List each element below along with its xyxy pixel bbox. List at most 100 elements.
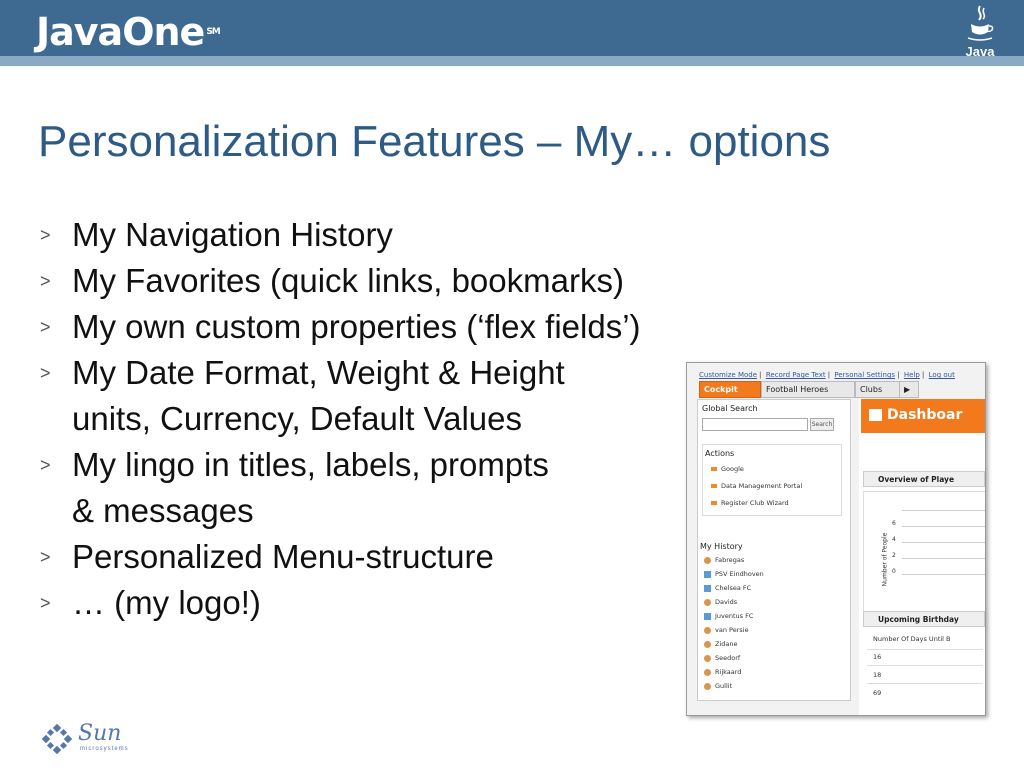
dashboard-header: Dashboar bbox=[861, 399, 985, 433]
team-icon bbox=[704, 570, 711, 578]
team-icon bbox=[704, 612, 711, 620]
history-label: van Persie bbox=[715, 626, 749, 634]
arrow-icon bbox=[711, 501, 717, 505]
history-item[interactable]: Davids bbox=[704, 598, 737, 606]
grid-line bbox=[902, 526, 985, 527]
home-icon bbox=[869, 409, 882, 421]
global-search-label: Global Search bbox=[702, 404, 758, 413]
bullet-text: My lingo in titles, labels, prompts bbox=[72, 446, 549, 483]
java-logo-icon: Java bbox=[960, 4, 1000, 62]
bullet-item: > … (my logo!) bbox=[40, 580, 680, 626]
birthday-value: 18 bbox=[873, 671, 882, 679]
history-label: PSV Eindhoven bbox=[715, 570, 764, 578]
history-item[interactable]: Zidane bbox=[704, 640, 738, 648]
person-icon bbox=[704, 654, 711, 662]
link-record-page-text[interactable]: Record Page Text bbox=[766, 371, 826, 379]
link-personal-settings[interactable]: Personal Settings bbox=[834, 371, 895, 379]
bullet-marker-icon: > bbox=[40, 271, 51, 291]
history-item[interactable]: PSV Eindhoven bbox=[704, 570, 764, 578]
search-button[interactable]: Search bbox=[810, 418, 834, 431]
sun-diamond-icon bbox=[42, 724, 72, 754]
brand-text: JavaOne bbox=[36, 10, 205, 54]
actions-label: Actions bbox=[705, 449, 735, 458]
tab-label: Football Heroes bbox=[766, 385, 829, 394]
bullet-text: My own custom properties (‘flex fields’) bbox=[72, 308, 641, 345]
person-icon bbox=[704, 556, 711, 564]
birthday-value: 16 bbox=[873, 653, 882, 661]
play-arrow-icon: ▶ bbox=[904, 385, 911, 394]
bullet-marker-icon: > bbox=[40, 547, 51, 567]
tab-clubs[interactable]: Clubs bbox=[855, 381, 901, 398]
link-customize-mode[interactable]: Customize Mode bbox=[699, 371, 757, 379]
team-icon bbox=[704, 584, 711, 592]
arrow-icon bbox=[711, 484, 717, 488]
global-search-input[interactable] bbox=[702, 418, 808, 431]
tab-football-heroes[interactable]: Football Heroes bbox=[761, 381, 855, 398]
history-item[interactable]: Gullit bbox=[704, 682, 732, 690]
tab-more-arrow[interactable]: ▶ bbox=[899, 381, 919, 398]
birthdays-panel-header[interactable]: Upcoming Birthday bbox=[863, 611, 985, 627]
grid-line bbox=[902, 558, 985, 559]
tab-cockpit[interactable]: Cockpit bbox=[699, 381, 761, 398]
history-item[interactable]: Fabregas bbox=[704, 556, 744, 564]
bullet-list: > My Navigation History > My Favorites (… bbox=[40, 212, 680, 626]
history-item[interactable]: Juventus FC bbox=[704, 612, 753, 620]
chart-y-label: Number of People bbox=[881, 532, 889, 587]
bullet-marker-icon: > bbox=[40, 317, 51, 337]
slide-title: Personalization Features – My… options bbox=[38, 117, 831, 166]
history-label: Chelsea FC bbox=[715, 584, 752, 592]
app-screenshot: Customize Mode | Record Page Text | Person… bbox=[686, 362, 986, 716]
action-label: Data Management Portal bbox=[721, 482, 803, 490]
arrow-icon bbox=[711, 467, 717, 471]
overview-panel-header[interactable]: Overview of Playe bbox=[863, 471, 985, 487]
link-help[interactable]: Help bbox=[904, 371, 920, 379]
y-tick: 2 bbox=[892, 552, 896, 559]
bullet-marker-icon: > bbox=[40, 593, 51, 613]
bullet-item: > My Favorites (quick links, bookmarks) bbox=[40, 258, 680, 304]
history-label: Fabregas bbox=[715, 556, 745, 564]
bullet-text: My Navigation History bbox=[72, 216, 393, 253]
history-item[interactable]: Rijkaard bbox=[704, 668, 741, 676]
y-tick: 6 bbox=[892, 520, 896, 527]
history-item[interactable]: Chelsea FC bbox=[704, 584, 751, 592]
divider bbox=[867, 683, 983, 684]
javaone-logo: JavaOne SM bbox=[36, 8, 221, 56]
tab-label: Cockpit bbox=[704, 385, 738, 394]
header-stripe bbox=[0, 56, 1024, 66]
history-label: Davids bbox=[715, 598, 738, 606]
person-icon bbox=[704, 668, 711, 676]
birthday-value: 69 bbox=[873, 689, 882, 697]
history-label: Seedorf bbox=[715, 654, 741, 662]
action-item[interactable]: Data Management Portal bbox=[711, 482, 802, 490]
history-label: Juventus FC bbox=[715, 612, 754, 620]
bullet-marker-icon: > bbox=[40, 455, 51, 475]
sun-subtext: microsystems bbox=[80, 746, 129, 752]
dashboard-main: Dashboar Overview of Playe Number of Peo… bbox=[859, 399, 985, 715]
history-item[interactable]: Seedorf bbox=[704, 654, 740, 662]
bullet-text: My Date Format, Weight & Height bbox=[72, 354, 565, 391]
person-icon bbox=[704, 640, 711, 648]
action-item[interactable]: Register Club Wizard bbox=[711, 499, 789, 507]
history-label: Rijkaard bbox=[715, 668, 742, 676]
sidebar: Global Search Search Actions Google Data… bbox=[697, 399, 851, 701]
bullet-text-continued: units, Currency, Default Values bbox=[72, 400, 522, 437]
tab-label: Clubs bbox=[860, 385, 883, 394]
grid-line bbox=[902, 542, 985, 543]
y-tick: 4 bbox=[892, 536, 896, 543]
action-item[interactable]: Google bbox=[711, 465, 744, 473]
history-label: Zidane bbox=[715, 640, 738, 648]
brand-mark: SM bbox=[206, 27, 220, 37]
grid-line bbox=[902, 510, 985, 511]
link-log-out[interactable]: Log out bbox=[929, 371, 955, 379]
birthdays-title: Upcoming Birthday bbox=[878, 615, 959, 624]
top-links: Customize Mode | Record Page Text | Person… bbox=[699, 371, 955, 379]
overview-chart: Number of People 6 4 2 0 bbox=[863, 491, 985, 623]
bullet-text: … (my logo!) bbox=[72, 584, 261, 621]
birthdays-column-header: Number Of Days Until B bbox=[873, 635, 951, 643]
bullet-item: > My lingo in titles, labels, prompts & … bbox=[40, 442, 680, 534]
divider bbox=[867, 649, 983, 650]
dashboard-title: Dashboar bbox=[887, 407, 963, 423]
bullet-text: Personalized Menu-structure bbox=[72, 538, 494, 575]
history-item[interactable]: van Persie bbox=[704, 626, 749, 634]
actions-panel: Actions Google Data Management Portal Re… bbox=[702, 444, 842, 516]
